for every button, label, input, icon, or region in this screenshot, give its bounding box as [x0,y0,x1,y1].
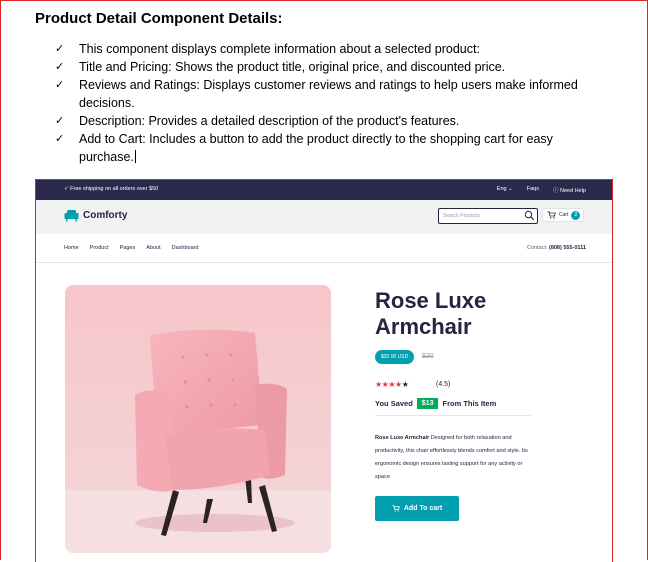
bullet-text-continued: purchase. [79,150,134,164]
nav-item-dashboard[interactable]: Dashboard [172,245,199,251]
bullet-item: ✓ This component displays complete inform… [55,40,615,58]
product-detail-screenshot: ✓ Free shipping on all orders over $50 E… [35,179,613,562]
shipping-notice: ✓ Free shipping on all orders over $50 [64,186,159,192]
rating-value: (4.5) [436,381,451,388]
text-cursor [134,150,136,163]
bullet-text: This component displays complete informa… [79,42,480,56]
announcement-bar: ✓ Free shipping on all orders over $50 E… [36,180,612,200]
search-icon[interactable] [524,210,535,221]
cart-icon [547,211,556,219]
savings-info: You Saved $13 From This Item [375,398,496,409]
logo-text: Comforty [83,210,128,221]
main-nav: Home Product Pages About Dashboard Conta… [36,234,612,263]
language-select[interactable]: Eng ⌄ [497,186,513,194]
faqs-link[interactable]: Faqs [527,186,539,194]
saved-suffix: From This Item [442,399,497,408]
star-icon: ★ [395,380,402,389]
checkmark-icon: ✓ [55,78,65,91]
cart-label: Cart [559,212,569,218]
armchair-photo [65,285,331,553]
checkmark-icon: ✓ [55,132,65,145]
product-description: Rose Luxe Armchair Designed for both rel… [375,432,533,484]
contact-label: Contact: [526,245,548,251]
site-header: Comforty Search Products Cart 2 [36,200,612,234]
bullet-text: Add to Cart: Includes a button to add th… [79,132,553,146]
add-to-cart-label: Add To cart [403,505,443,512]
check-icon: ✓ [64,186,69,192]
cart-icon [392,505,400,512]
description-text: Designed for both relaxation and product… [375,435,528,480]
search-placeholder: Search Products [443,212,480,219]
armchair-logo-icon [64,210,79,222]
nav-item-about[interactable]: About [146,245,160,251]
checkmark-icon: ✓ [55,60,65,73]
topbar-links: Eng ⌄ Faqs ⓘ Need Help [497,186,586,194]
info-icon: ⓘ [552,188,559,194]
saved-amount-badge: $13 [416,398,439,409]
search-input[interactable]: Search Products [438,208,538,224]
chevron-down-icon: ⌄ [508,186,513,192]
bullet-item: ✓ Title and Pricing: Shows the product ti… [55,58,615,76]
star-icon: ★ [388,380,396,389]
star-icon: ★ [375,380,382,389]
bullet-item: ✓ Description: Provides a detailed descri… [55,112,615,130]
add-to-cart-button[interactable]: Add To cart [375,496,459,521]
checkmark-icon: ✓ [55,114,65,127]
nav-item-pages[interactable]: Pages [120,245,136,251]
help-link[interactable]: ⓘ Need Help [553,186,586,194]
nav-item-product[interactable]: Product [90,245,109,251]
saved-label: You Saved [375,399,413,408]
divider [375,415,531,416]
cart-count-badge: 2 [571,210,581,220]
contact-info: Contact: (808) 555-0111 [527,245,586,251]
bullet-item: ✓ Reviews and Ratings: Displays customer … [55,76,615,112]
checkmark-icon: ✓ [55,42,65,55]
bullet-text: Reviews and Ratings: Displays customer r… [79,78,578,92]
nav-item-home[interactable]: Home [64,245,79,251]
price-badge: $20.00 USD [375,350,415,364]
bullet-text-continued: decisions. [79,96,135,110]
nav-links: Home Product Pages About Dashboard [64,245,199,251]
logo[interactable]: Comforty [64,209,127,222]
document-title: Product Detail Component Details: [35,10,283,27]
bullet-text: Title and Pricing: Shows the product tit… [79,60,506,74]
bullet-list: ✓ This component displays complete inform… [55,40,615,166]
description-product-name: Rose Luxe Armchair [375,435,430,441]
star-icon: ★ [401,380,409,389]
original-price: $30 [422,353,434,360]
bullet-text: Description: Provides a detailed descrip… [79,114,460,128]
product-title: Rose Luxe Armchair [375,288,487,339]
star-rating: ★★★★★ [375,380,409,389]
contact-phone[interactable]: (808) 555-0111 [549,245,586,251]
bullet-item: ✓ Add to Cart: Includes a button to add t… [55,130,615,166]
product-image [65,285,331,553]
cart-button[interactable]: Cart 2 [542,208,584,222]
